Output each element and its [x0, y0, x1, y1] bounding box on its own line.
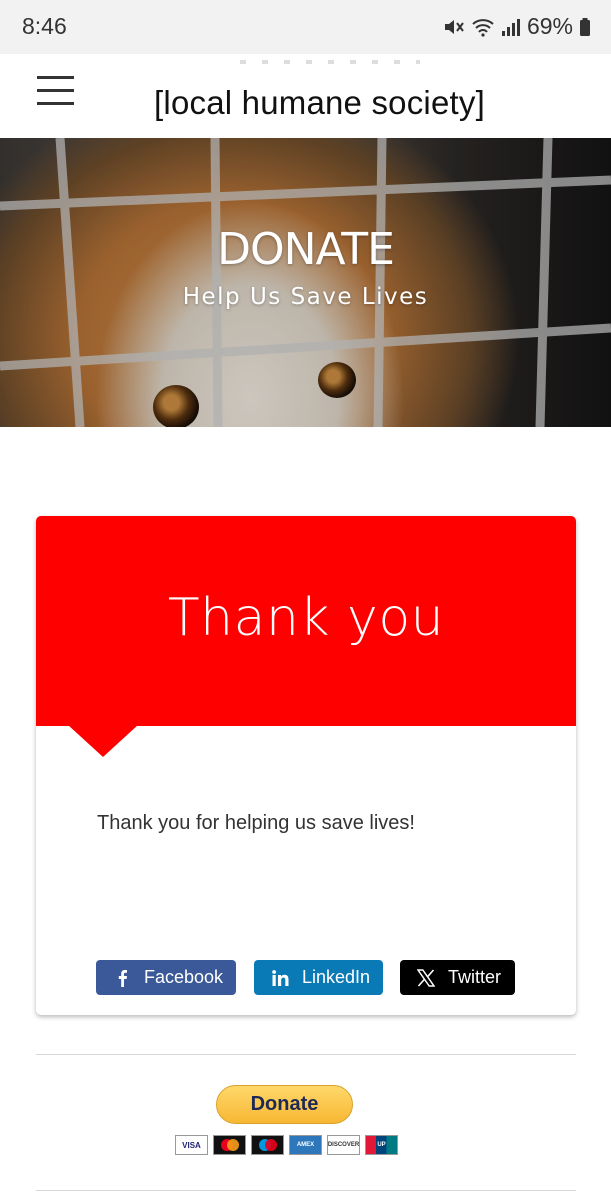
facebook-label: Facebook: [144, 967, 224, 987]
share-buttons: Facebook LinkedIn Twitter: [96, 960, 526, 996]
paypal-donate-button[interactable]: Donate: [216, 1085, 353, 1124]
facebook-icon: [112, 969, 132, 987]
site-header: [local humane society]: [0, 54, 611, 138]
status-time: 8:46: [22, 13, 67, 39]
hero-banner: DONATE Help Us Save Lives: [0, 138, 611, 427]
visa-card-icon: VISA: [175, 1135, 208, 1155]
thank-you-card: Thank you Thank you for helping us save …: [36, 516, 576, 1015]
facebook-share-button[interactable]: Facebook: [96, 960, 236, 995]
hero-title: DONATE: [217, 224, 395, 275]
hero-overlay: [0, 138, 611, 427]
twitter-share-button[interactable]: Twitter: [400, 960, 515, 995]
battery-icon: [579, 17, 591, 37]
unionpay-card-icon: UP: [365, 1135, 398, 1155]
card-title: Thank you: [167, 588, 445, 648]
payment-card-logos: VISA AMEX DISCOVER UP: [175, 1135, 398, 1155]
maestro-card-icon: [251, 1135, 284, 1155]
hero-subtitle: Help Us Save Lives: [182, 284, 429, 310]
x-twitter-icon: [416, 968, 436, 987]
mute-icon: [443, 17, 465, 37]
twitter-label: Twitter: [448, 967, 502, 987]
mastercard-card-icon: [213, 1135, 246, 1155]
battery-percent: 69%: [526, 13, 573, 39]
linkedin-label: LinkedIn: [302, 967, 371, 987]
site-title[interactable]: [local humane society]: [0, 84, 611, 122]
wifi-icon: [471, 17, 495, 37]
card-header: Thank you: [36, 516, 576, 726]
linkedin-share-button[interactable]: LinkedIn: [254, 960, 383, 995]
discover-card-icon: DISCOVER: [327, 1135, 360, 1155]
amex-card-icon: AMEX: [289, 1135, 322, 1155]
signal-icon: [501, 17, 521, 37]
status-bar: 8:46 69%: [0, 0, 611, 54]
linkedin-icon: [270, 969, 290, 986]
card-message: Thank you for helping us save lives!: [97, 812, 415, 834]
header-decoration: [240, 60, 420, 64]
divider: [36, 1190, 576, 1191]
card-pointer: [68, 725, 138, 757]
status-icons: 69%: [443, 13, 591, 40]
divider: [36, 1054, 576, 1055]
